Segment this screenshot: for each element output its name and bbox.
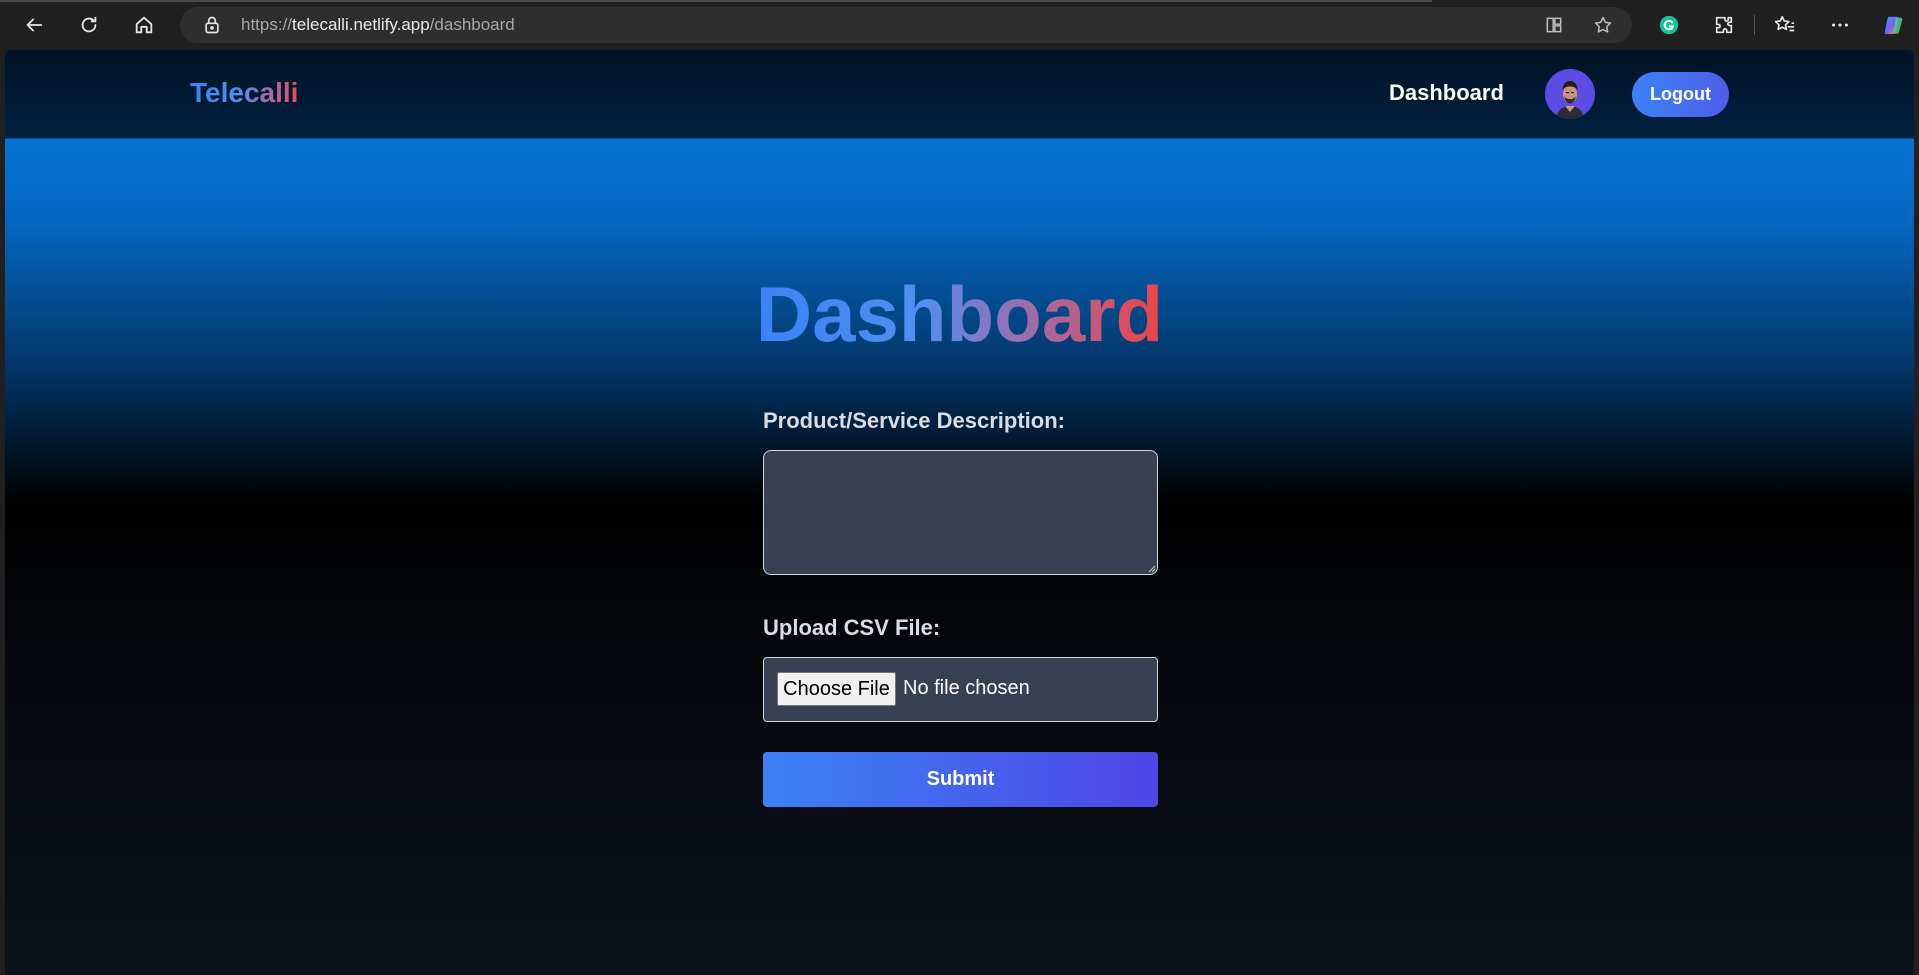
url-path: /dashboard <box>429 15 515 34</box>
address-bar[interactable]: https://telecalli.netlify.app/dashboard <box>180 7 1632 43</box>
grammarly-extension-button[interactable] <box>1651 8 1687 42</box>
csv-file-input[interactable]: Choose File No file chosen <box>763 657 1158 722</box>
back-arrow-icon <box>26 18 43 32</box>
logout-button[interactable]: Logout <box>1632 72 1729 117</box>
puzzle-icon <box>1715 16 1733 34</box>
copilot-icon <box>1884 16 1903 34</box>
page-load-indicator <box>0 0 1432 2</box>
more-button[interactable] <box>1822 8 1858 42</box>
lock-icon[interactable] <box>202 15 222 35</box>
split-screen-icon <box>1546 17 1562 33</box>
url-host: telecalli.netlify.app <box>292 15 430 34</box>
url-text[interactable]: https://telecalli.netlify.app/dashboard <box>241 15 515 35</box>
more-icon <box>1832 23 1848 27</box>
home-icon <box>135 16 153 34</box>
split-screen-button[interactable] <box>1541 13 1567 37</box>
submit-button[interactable]: Submit <box>763 752 1158 807</box>
url-scheme: https:// <box>241 15 293 34</box>
page-title-text: Dashboard <box>755 270 1164 358</box>
nav-link-dashboard[interactable]: Dashboard <box>1389 80 1504 106</box>
copilot-button[interactable] <box>1876 8 1912 42</box>
browser-toolbar: https://telecalli.netlify.app/dashboard <box>0 0 1919 50</box>
app-header: Telecalli Dashboard Logout <box>5 50 1914 138</box>
back-button[interactable] <box>16 8 52 42</box>
refresh-icon <box>81 16 97 33</box>
resize-grip-icon[interactable] <box>1146 563 1156 573</box>
favorites-icon <box>1774 15 1795 32</box>
choose-file-button[interactable]: Choose File <box>777 672 896 706</box>
page-viewport: Telecalli Dashboard Logout Dashboard Pro… <box>5 50 1914 975</box>
file-status-text: No file chosen <box>903 677 1030 699</box>
avatar[interactable] <box>1545 69 1595 119</box>
favorites-button[interactable] <box>1767 8 1803 42</box>
favorite-button[interactable] <box>1590 13 1616 37</box>
description-textarea[interactable] <box>763 450 1158 575</box>
csv-upload-label: Upload CSV File: <box>763 615 941 640</box>
grammarly-icon <box>1659 15 1679 35</box>
brand-logo[interactable]: Telecalli <box>190 77 298 109</box>
toolbar-divider <box>1754 15 1755 35</box>
refresh-button[interactable] <box>71 8 107 42</box>
avatar-image <box>1545 69 1595 119</box>
description-label: Product/Service Description: <box>763 408 1065 433</box>
star-icon <box>1594 16 1612 33</box>
home-button[interactable] <box>126 8 162 42</box>
extensions-button[interactable] <box>1706 8 1742 42</box>
page-title: Dashboard <box>5 275 1914 353</box>
